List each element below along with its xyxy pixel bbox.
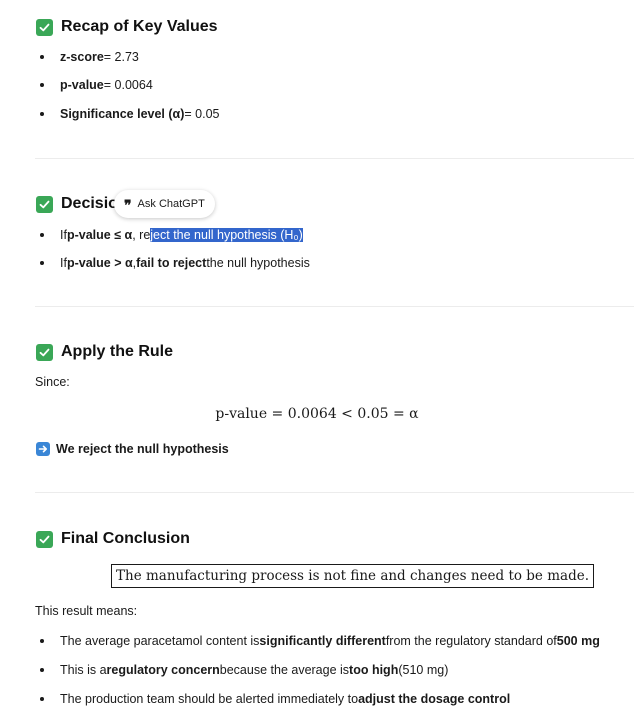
section-title: Recap of Key Values xyxy=(61,18,218,35)
section-title: Apply the Rule xyxy=(61,343,174,360)
rule-text: , re xyxy=(132,228,151,242)
list-item: Significance level (α) = 0.05 xyxy=(40,105,220,123)
boxed-statement: The manufacturing process is not fine an… xyxy=(111,564,594,588)
bullet-dot xyxy=(40,668,44,672)
bullet-dot xyxy=(40,112,44,116)
list-item: z-score = 2.73 xyxy=(40,48,139,66)
point-emphasis: significantly different xyxy=(259,634,386,648)
value-label: z-score xyxy=(60,50,104,64)
point-text: This is a xyxy=(60,663,107,677)
rule-text: If xyxy=(60,228,67,242)
point-text: (510 mg) xyxy=(398,663,449,677)
section-heading-final: Final Conclusion xyxy=(36,527,190,551)
section-heading-recap: Recap of Key Values xyxy=(36,15,218,39)
divider xyxy=(35,492,634,493)
divider xyxy=(35,306,634,307)
list-item: This is a regulatory concern because the… xyxy=(40,661,448,679)
ask-chatgpt-label: Ask ChatGPT xyxy=(137,198,205,210)
equation: p-value = 0.0064 < 0.05 = α xyxy=(215,406,419,422)
bullet-dot xyxy=(40,261,44,265)
rule-condition: p-value > α xyxy=(66,256,133,270)
section-title: Decisio xyxy=(61,195,118,212)
value-label: p-value xyxy=(60,78,104,92)
rule-condition: p-value ≤ α xyxy=(66,228,133,242)
list-item: If p-value > α, fail to reject the null … xyxy=(40,254,310,272)
value-text: = 0.05 xyxy=(184,107,220,121)
rule-text: the null hypothesis xyxy=(206,256,310,270)
bullet-dot xyxy=(40,697,44,701)
conclusion-text: We reject the null hypothesis xyxy=(56,442,229,456)
list-item: If p-value ≤ α, re ject the null hypothes… xyxy=(40,226,303,244)
check-mark-icon xyxy=(36,18,53,36)
point-text: The production team should be alerted im… xyxy=(60,692,359,706)
value-label: Significance level (α) xyxy=(60,107,185,121)
conclusion-line: We reject the null hypothesis xyxy=(36,440,229,458)
section-heading-apply: Apply the Rule xyxy=(36,340,173,364)
bullet-dot xyxy=(40,639,44,643)
point-text: because the average is xyxy=(219,663,350,677)
rule-text: If xyxy=(60,256,67,270)
value-text: = 0.0064 xyxy=(103,78,153,92)
list-item: The production team should be alerted im… xyxy=(40,690,510,708)
point-emphasis: 500 mg xyxy=(556,634,600,648)
result-intro: This result means: xyxy=(35,604,138,618)
quote-icon: ❞ xyxy=(124,198,132,214)
point-emphasis: regulatory concern xyxy=(106,663,220,677)
value-text: = 2.73 xyxy=(103,50,139,64)
arrow-right-icon xyxy=(36,442,50,456)
bullet-dot xyxy=(40,83,44,87)
bullet-dot xyxy=(40,233,44,237)
point-emphasis: adjust the dosage control xyxy=(358,692,511,706)
point-emphasis: too high xyxy=(349,663,399,677)
divider xyxy=(35,158,634,159)
point-text: from the regulatory standard of xyxy=(385,634,557,648)
selected-text[interactable]: ject the null hypothesis (H₀) xyxy=(150,228,303,242)
section-title: Final Conclusion xyxy=(61,530,190,547)
chat-response: Recap of Key Values z-score = 2.73 p-val… xyxy=(0,0,634,712)
check-mark-icon xyxy=(36,195,53,213)
bullet-dot xyxy=(40,55,44,59)
list-item: p-value = 0.0064 xyxy=(40,76,153,94)
section-heading-decision: Decisio xyxy=(36,192,118,216)
rule-action: fail to reject xyxy=(136,256,207,270)
list-item: The average paracetamol content is signi… xyxy=(40,632,600,650)
check-mark-icon xyxy=(36,343,53,361)
check-mark-icon xyxy=(36,530,53,548)
since-label: Since: xyxy=(35,375,70,389)
ask-chatgpt-button[interactable]: ❞ Ask ChatGPT xyxy=(114,190,215,218)
point-text: The average paracetamol content is xyxy=(60,634,260,648)
